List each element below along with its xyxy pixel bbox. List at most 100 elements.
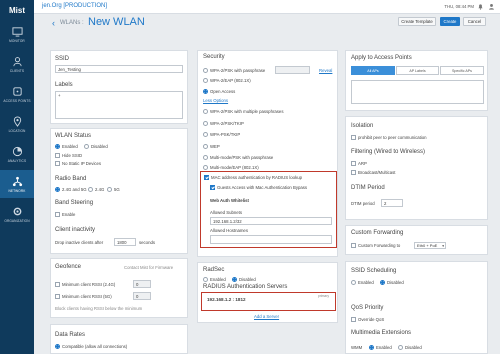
radius-heading: RADIUS Authentication Servers bbox=[203, 284, 288, 290]
add-server-link[interactable]: Add a Server bbox=[254, 314, 279, 319]
clients-icon bbox=[12, 56, 22, 66]
labels-input[interactable]: + bbox=[55, 91, 183, 119]
whitelist-heading: Web Auth Whitelist bbox=[210, 198, 249, 203]
guest-access-checkbox[interactable] bbox=[210, 185, 215, 190]
band-5-radio[interactable] bbox=[107, 187, 112, 192]
cancel-button[interactable]: Cancel bbox=[463, 17, 486, 26]
wmm-disabled-radio[interactable] bbox=[398, 345, 403, 350]
nav-analytics[interactable]: ANALYTICS bbox=[0, 140, 34, 168]
min-rssi-24-input[interactable]: 0 bbox=[133, 280, 151, 288]
open-access-label: Open Access bbox=[210, 89, 236, 94]
allowed-subnets-input[interactable]: 192.168.1.2/32 bbox=[210, 217, 332, 225]
create-template-button[interactable]: Create Template bbox=[398, 17, 436, 26]
scheduling-disabled-radio[interactable] bbox=[380, 280, 385, 285]
tab-ap-labels[interactable]: AP Labels bbox=[396, 66, 439, 75]
wlan-status-heading: WLAN Status bbox=[55, 133, 92, 139]
nav-access-points[interactable]: ACCESS POINTS bbox=[0, 80, 34, 108]
no-static-ip-label: No Static IP Devices bbox=[62, 161, 102, 166]
reveal-link[interactable]: Reveal bbox=[319, 68, 332, 73]
wlan-disabled-radio[interactable] bbox=[84, 144, 89, 149]
radsec-enabled-radio[interactable] bbox=[203, 277, 208, 282]
wpa2-psk-radio[interactable] bbox=[203, 68, 208, 73]
tab-specific-aps[interactable]: Specific APs bbox=[440, 66, 484, 75]
nav-location[interactable]: LOCATION bbox=[0, 110, 34, 138]
less-options-link[interactable]: Less Options bbox=[203, 98, 228, 103]
multi-mode-psk-radio[interactable] bbox=[203, 155, 208, 160]
bell-icon[interactable] bbox=[477, 3, 484, 10]
wpa2-eap-radio[interactable] bbox=[203, 78, 208, 83]
multi-mode-eap-radio[interactable] bbox=[203, 165, 208, 170]
wpa2-psk-tkip-radio[interactable] bbox=[203, 121, 208, 126]
network-icon bbox=[12, 176, 22, 186]
no-static-ip-checkbox[interactable] bbox=[55, 161, 60, 166]
override-qos-checkbox[interactable] bbox=[351, 317, 356, 322]
radsec-card: RadSec Enabled Disabled RADIUS Authentic… bbox=[197, 262, 338, 323]
apply-targets-box[interactable] bbox=[351, 80, 484, 104]
radius-server-tag: primary bbox=[318, 294, 329, 298]
wpa-psk-tkip-radio[interactable] bbox=[203, 132, 208, 137]
p2p-checkbox[interactable] bbox=[351, 135, 356, 140]
radsec-disabled-radio[interactable] bbox=[232, 277, 237, 282]
ssid-scheduling-heading: SSID Scheduling bbox=[351, 268, 397, 274]
band-5-label: 5G bbox=[114, 187, 120, 192]
band-24-radio[interactable] bbox=[88, 187, 93, 192]
mist-logo[interactable]: Mist bbox=[0, 0, 34, 20]
mac-auth-label: MAC address authentication by RADIUS loo… bbox=[211, 175, 302, 180]
geofence-note: Block clients having RSSI below the mini… bbox=[55, 306, 143, 311]
open-access-radio[interactable] bbox=[203, 89, 208, 94]
min-rssi-24-checkbox[interactable] bbox=[55, 282, 60, 287]
nav-organization[interactable]: ORGANIZATION bbox=[0, 200, 34, 228]
broadcast-checkbox[interactable] bbox=[351, 170, 356, 175]
wpa2-multi-radio[interactable] bbox=[203, 109, 208, 114]
mac-auth-checkbox[interactable] bbox=[204, 175, 209, 180]
inactivity-input[interactable]: 1800 bbox=[114, 238, 136, 246]
nav-network[interactable]: NETWORK bbox=[0, 170, 34, 198]
nav-label: ACCESS POINTS bbox=[3, 98, 31, 103]
wlan-enabled-radio[interactable] bbox=[55, 144, 60, 149]
band-both-radio[interactable] bbox=[55, 187, 60, 192]
min-rssi-5-input[interactable]: 0 bbox=[133, 292, 151, 300]
ssid-card: SSID Jen_Testing Labels + bbox=[50, 50, 188, 124]
wep-radio[interactable] bbox=[203, 144, 208, 149]
ssid-input[interactable]: Jen_Testing bbox=[55, 65, 183, 73]
min-rssi-5-checkbox[interactable] bbox=[55, 294, 60, 299]
tab-all-aps[interactable]: All APs bbox=[351, 66, 395, 75]
arp-checkbox[interactable] bbox=[351, 161, 356, 166]
qos-heading: QoS Priority bbox=[351, 305, 384, 311]
compatible-radio[interactable] bbox=[55, 344, 60, 349]
back-arrow[interactable]: ‹ bbox=[52, 18, 55, 28]
hide-ssid-checkbox[interactable] bbox=[55, 153, 60, 158]
page-title: New WLAN bbox=[88, 16, 145, 28]
band-steering-label: Enable bbox=[62, 212, 76, 217]
wpa-psk-tkip-label: WPA-PSK/TKIP bbox=[210, 132, 241, 137]
create-button[interactable]: Create bbox=[440, 17, 460, 26]
wpa2-multi-label: WPA-2/PSK with multiple passphrases bbox=[210, 109, 284, 114]
passphrase-input[interactable] bbox=[275, 66, 310, 74]
add-label-button[interactable]: + bbox=[58, 93, 61, 98]
data-rates-card: Data Rates Compatible (allow all connect… bbox=[50, 324, 188, 354]
inactivity-prefix: Drop inactive clients after bbox=[55, 240, 104, 245]
org-name[interactable]: jen.Org [PRODUCTION] bbox=[42, 3, 107, 9]
geofence-heading: Geofence bbox=[55, 264, 82, 270]
arp-label: ARP bbox=[358, 161, 367, 166]
nav-monitor[interactable]: MONITOR bbox=[0, 20, 34, 48]
band-steering-checkbox[interactable] bbox=[55, 212, 60, 217]
dtim-input[interactable]: 2 bbox=[381, 199, 403, 207]
wpa2-psk-tkip-label: WPA-2/PSK/TKIP bbox=[210, 121, 244, 126]
wmm-enabled-radio[interactable] bbox=[369, 345, 374, 350]
custom-forwarding-label: Custom Forwarding to bbox=[358, 243, 401, 248]
forwarding-select[interactable]: Eth0 + PoE ▾ bbox=[414, 242, 446, 249]
radius-server-entry[interactable]: 192.168.1.2 : 1812 bbox=[207, 297, 246, 302]
nav-clients[interactable]: CLIENTS bbox=[0, 50, 34, 78]
forwarding-select-value: Eth0 + PoE bbox=[417, 243, 438, 248]
allowed-hostnames-input[interactable] bbox=[210, 235, 332, 244]
multi-mode-psk-label: Multi-mode/PSK with passphrase bbox=[210, 155, 274, 160]
band-both-label: 2.4G and 5G bbox=[62, 187, 87, 192]
monitor-icon bbox=[11, 26, 23, 37]
radio-band-heading: Radio Band bbox=[55, 176, 87, 182]
user-icon[interactable] bbox=[488, 3, 495, 10]
radsec-disabled-label: Disabled bbox=[239, 277, 256, 282]
breadcrumb[interactable]: WLANs : bbox=[60, 20, 84, 26]
scheduling-enabled-radio[interactable] bbox=[351, 280, 356, 285]
custom-forwarding-checkbox[interactable] bbox=[351, 243, 356, 248]
